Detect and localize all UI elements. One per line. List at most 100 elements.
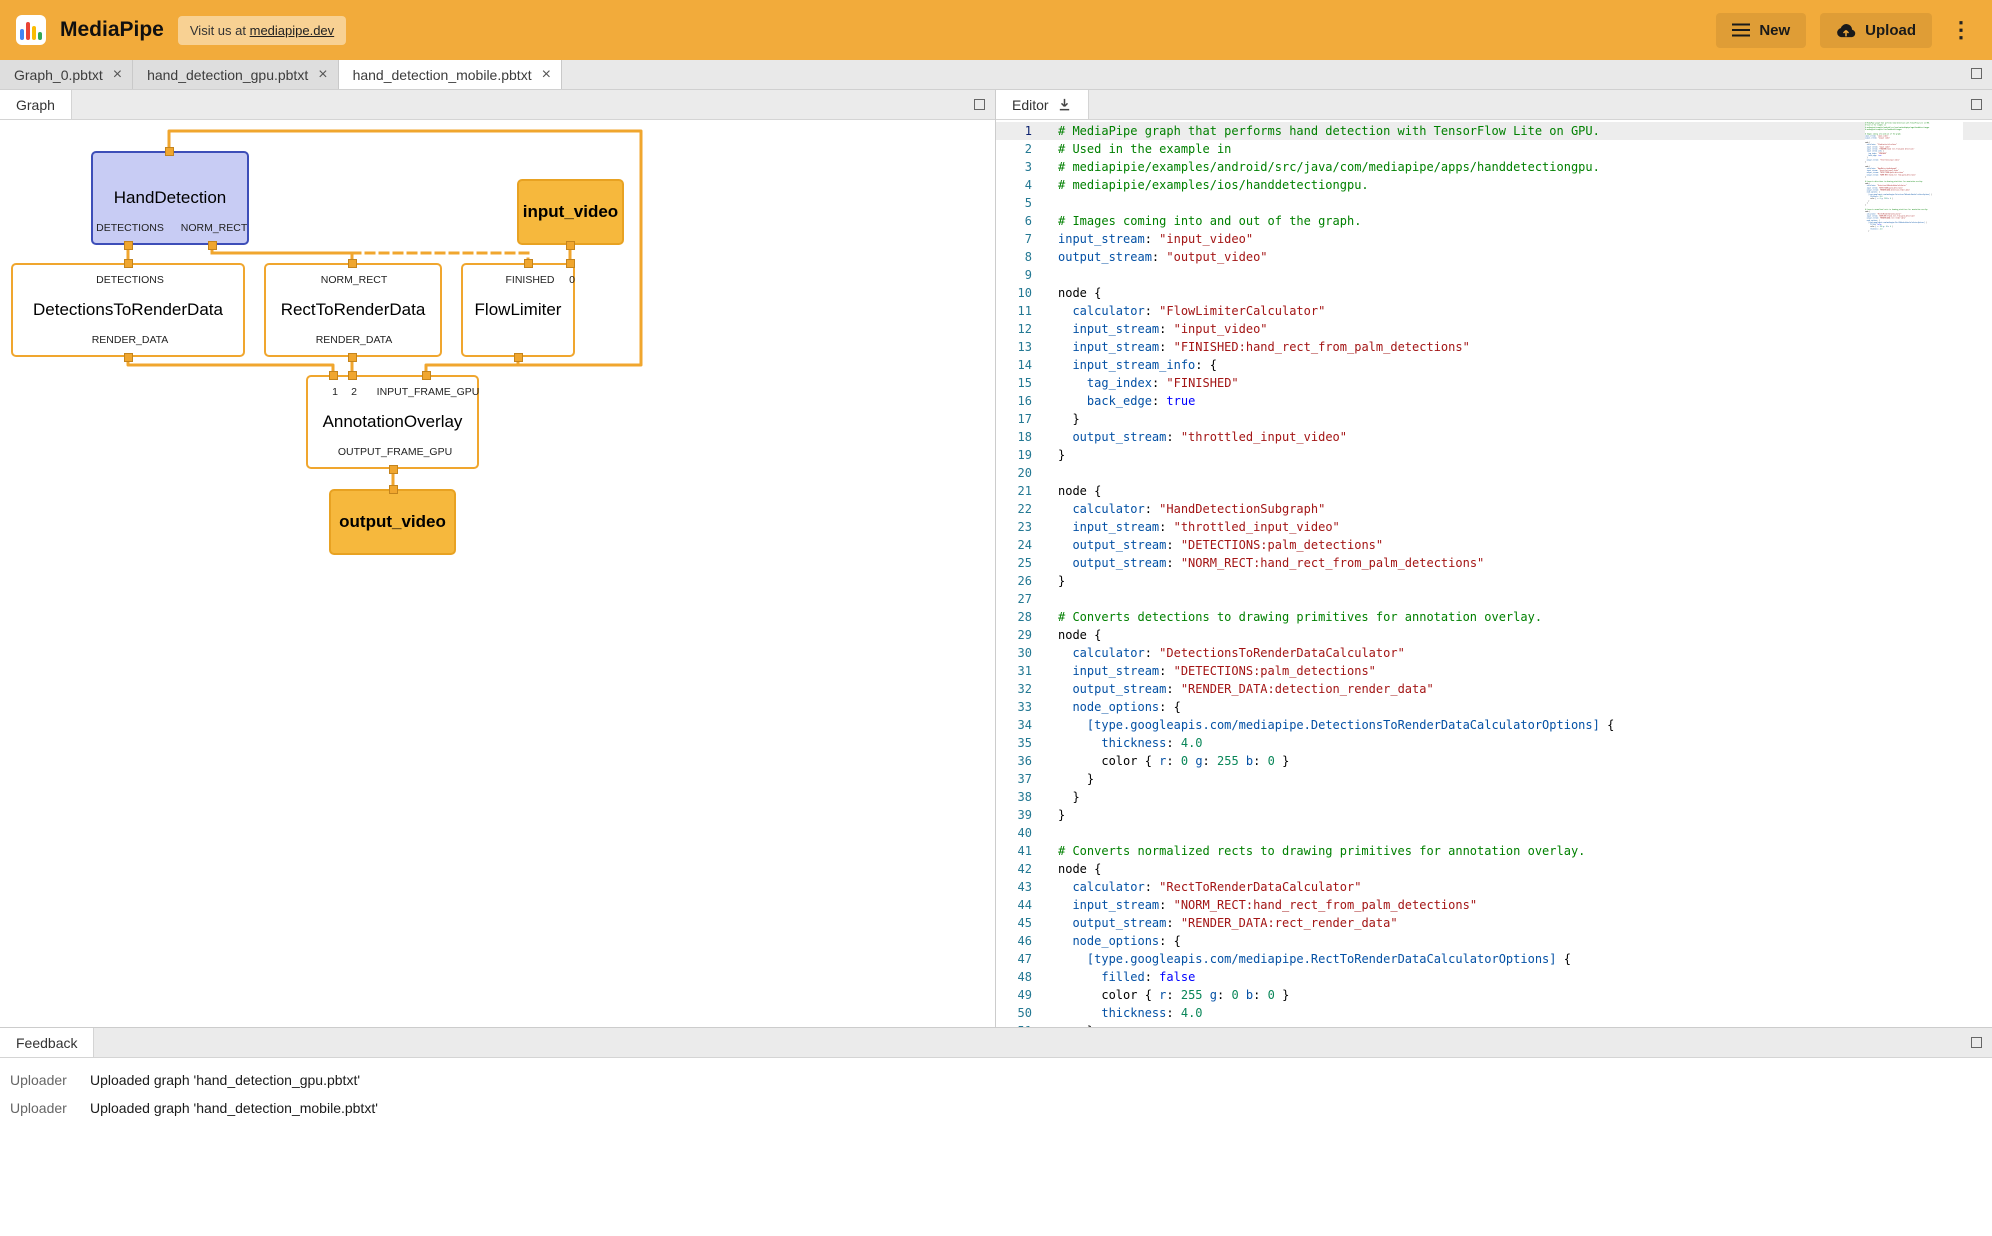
mediapipe-logo-icon bbox=[16, 15, 46, 45]
editor-panel-tab[interactable]: Editor bbox=[996, 90, 1089, 119]
code-line: 1# MediaPipe graph that performs hand de… bbox=[996, 122, 1992, 140]
port-square bbox=[389, 485, 398, 494]
port-square bbox=[329, 371, 338, 380]
code-line-text: output_stream: "RENDER_DATA:rect_render_… bbox=[1058, 914, 1398, 932]
graph-node-FlowLimiter[interactable]: FlowLimiterFINISHED0 bbox=[461, 263, 575, 357]
editor-minimap[interactable]: # MediaPipe graph that performs hand det… bbox=[1865, 122, 1963, 1027]
editor-panel-header: Editor bbox=[996, 90, 1992, 120]
port-square bbox=[566, 259, 575, 268]
code-line-text: input_stream: "throttled_input_video" bbox=[1058, 518, 1340, 536]
maximize-feedback-panel-icon[interactable] bbox=[1971, 1037, 1982, 1048]
port-label: RENDER_DATA bbox=[316, 334, 393, 346]
code-line-text: filled: false bbox=[1058, 968, 1195, 986]
code-line-text: } bbox=[1058, 770, 1094, 788]
line-number: 18 bbox=[996, 428, 1058, 446]
graph-canvas[interactable]: HandDetectionDETECTIONSNORM_RECT input_vi… bbox=[0, 120, 995, 1027]
line-number: 20 bbox=[996, 464, 1058, 482]
graph-node-RectToRenderData[interactable]: RectToRenderDataNORM_RECTRENDER_DATA bbox=[264, 263, 442, 357]
graph-node-output_video[interactable]: output_video bbox=[329, 489, 456, 555]
line-number: 36 bbox=[996, 752, 1058, 770]
file-tab[interactable]: Graph_0.pbtxt× bbox=[0, 60, 133, 89]
code-line-text: calculator: "HandDetectionSubgraph" bbox=[1058, 500, 1325, 518]
code-line: 34 [type.googleapis.com/mediapipe.Detect… bbox=[996, 716, 1992, 734]
new-button[interactable]: New bbox=[1716, 13, 1806, 48]
code-line-text: input_stream: "DETECTIONS:palm_detection… bbox=[1058, 662, 1376, 680]
maximize-editor-panel-icon[interactable] bbox=[1971, 99, 1982, 110]
graph-node-HandDetection[interactable]: HandDetectionDETECTIONSNORM_RECT bbox=[91, 151, 249, 245]
code-line-text: input_stream: "input_video" bbox=[1058, 320, 1268, 338]
code-line-text: output_stream: "DETECTIONS:palm_detectio… bbox=[1058, 536, 1383, 554]
line-number: 24 bbox=[996, 536, 1058, 554]
menu-icon bbox=[1732, 23, 1750, 37]
code-line: 15 tag_index: "FINISHED" bbox=[996, 374, 1992, 392]
more-options-icon[interactable]: ⋮ bbox=[1946, 19, 1976, 41]
log-row: UploaderUploaded graph 'hand_detection_m… bbox=[10, 1094, 1992, 1122]
app-title: MediaPipe bbox=[60, 18, 164, 42]
code-line-text: output_stream: "NORM_RECT:hand_rect_from… bbox=[1058, 554, 1484, 572]
file-tab-label: hand_detection_mobile.pbtxt bbox=[353, 67, 532, 83]
graph-node-input_video[interactable]: input_video bbox=[517, 179, 624, 245]
line-number: 3 bbox=[996, 158, 1058, 176]
line-number: 37 bbox=[996, 770, 1058, 788]
maximize-tabbar-icon[interactable] bbox=[1971, 68, 1982, 79]
code-line: 25 output_stream: "NORM_RECT:hand_rect_f… bbox=[996, 554, 1992, 572]
line-number: 7 bbox=[996, 230, 1058, 248]
line-number: 34 bbox=[996, 716, 1058, 734]
download-icon[interactable] bbox=[1057, 97, 1072, 112]
close-tab-icon[interactable]: × bbox=[318, 67, 327, 83]
code-line: 19} bbox=[996, 446, 1992, 464]
code-line-text bbox=[1058, 266, 1065, 284]
new-button-label: New bbox=[1759, 22, 1790, 39]
code-line: 50 thickness: 4.0 bbox=[996, 1004, 1992, 1022]
node-title: RectToRenderData bbox=[266, 300, 440, 320]
log-message: Uploaded graph 'hand_detection_gpu.pbtxt… bbox=[90, 1072, 360, 1088]
code-line-text: [type.googleapis.com/mediapipe.Detection… bbox=[1058, 716, 1614, 734]
port-square bbox=[524, 259, 533, 268]
close-tab-icon[interactable]: × bbox=[542, 67, 551, 83]
code-line-text: color { r: 0 g: 255 b: 0 } bbox=[1058, 752, 1289, 770]
code-line: 12 input_stream: "input_video" bbox=[996, 320, 1992, 338]
line-number: 44 bbox=[996, 896, 1058, 914]
port-square bbox=[124, 241, 133, 250]
upload-button[interactable]: Upload bbox=[1820, 13, 1932, 48]
port-square bbox=[348, 259, 357, 268]
graph-node-DetectionsToRenderData[interactable]: DetectionsToRenderDataDETECTIONSRENDER_D… bbox=[11, 263, 245, 357]
code-line-text: color { r: 255 g: 0 b: 0 } bbox=[1058, 986, 1289, 1004]
feedback-log-list: UploaderUploaded graph 'hand_detection_g… bbox=[0, 1058, 1992, 1122]
code-line: 6# Images coming into and out of the gra… bbox=[996, 212, 1992, 230]
code-line-text: } bbox=[1058, 572, 1065, 590]
line-number: 27 bbox=[996, 590, 1058, 608]
file-tab[interactable]: hand_detection_mobile.pbtxt × bbox=[339, 60, 562, 89]
file-tab[interactable]: hand_detection_gpu.pbtxt × bbox=[133, 60, 338, 89]
port-square bbox=[389, 465, 398, 474]
feedback-panel-tab[interactable]: Feedback bbox=[0, 1028, 94, 1057]
graph-panel-tab[interactable]: Graph bbox=[0, 90, 72, 119]
code-line: 44 input_stream: "NORM_RECT:hand_rect_fr… bbox=[996, 896, 1992, 914]
feedback-tab-label: Feedback bbox=[16, 1035, 77, 1051]
node-title: AnnotationOverlay bbox=[308, 412, 477, 432]
file-tab-label: hand_detection_gpu.pbtxt bbox=[147, 67, 308, 83]
code-line-text: calculator: "FlowLimiterCalculator" bbox=[1058, 302, 1325, 320]
graph-tab-label: Graph bbox=[16, 97, 55, 113]
graph-node-AnnotationOverlay[interactable]: AnnotationOverlay12INPUT_FRAME_GPUOUTPUT… bbox=[306, 375, 479, 469]
maximize-graph-panel-icon[interactable] bbox=[974, 99, 985, 110]
line-number: 33 bbox=[996, 698, 1058, 716]
line-number: 13 bbox=[996, 338, 1058, 356]
code-line: 38 } bbox=[996, 788, 1992, 806]
code-line-text: # mediapipie/examples/android/src/java/c… bbox=[1058, 158, 1600, 176]
code-line: 35 thickness: 4.0 bbox=[996, 734, 1992, 752]
close-tab-icon[interactable]: × bbox=[113, 67, 122, 83]
code-line-text: node { bbox=[1058, 284, 1101, 302]
code-line-text: node_options: { bbox=[1058, 698, 1181, 716]
mediapipe-dev-link[interactable]: mediapipe.dev bbox=[250, 23, 335, 38]
code-line: 37 } bbox=[996, 770, 1992, 788]
code-editor[interactable]: 1# MediaPipe graph that performs hand de… bbox=[996, 120, 1992, 1027]
code-line: 30 calculator: "DetectionsToRenderDataCa… bbox=[996, 644, 1992, 662]
line-number: 39 bbox=[996, 806, 1058, 824]
line-number: 4 bbox=[996, 176, 1058, 194]
line-number: 5 bbox=[996, 194, 1058, 212]
editor-panel: Editor 1# MediaPipe graph that performs … bbox=[996, 90, 1992, 1027]
line-number: 16 bbox=[996, 392, 1058, 410]
line-number: 35 bbox=[996, 734, 1058, 752]
port-square bbox=[208, 241, 217, 250]
